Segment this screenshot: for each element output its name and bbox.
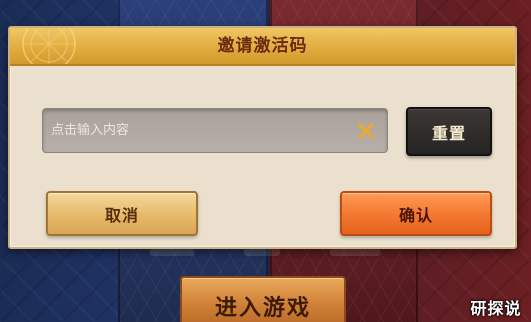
cancel-button[interactable]: 取消 [46, 191, 198, 236]
dialog-title: 邀请激活码 [217, 36, 308, 56]
invite-code-input[interactable] [43, 109, 351, 152]
close-icon[interactable] [357, 122, 375, 140]
code-input-container [42, 108, 388, 153]
enter-game-button[interactable]: 进入游戏 [180, 276, 346, 322]
confirm-button[interactable]: 确认 [340, 191, 492, 236]
watermark-logo: 研探说 [470, 299, 522, 318]
dialog-header: 邀请激活码 [10, 28, 515, 66]
invite-code-dialog: 邀请激活码 重置 取消 确认 [8, 26, 517, 249]
reset-button[interactable]: 重置 [406, 107, 492, 156]
